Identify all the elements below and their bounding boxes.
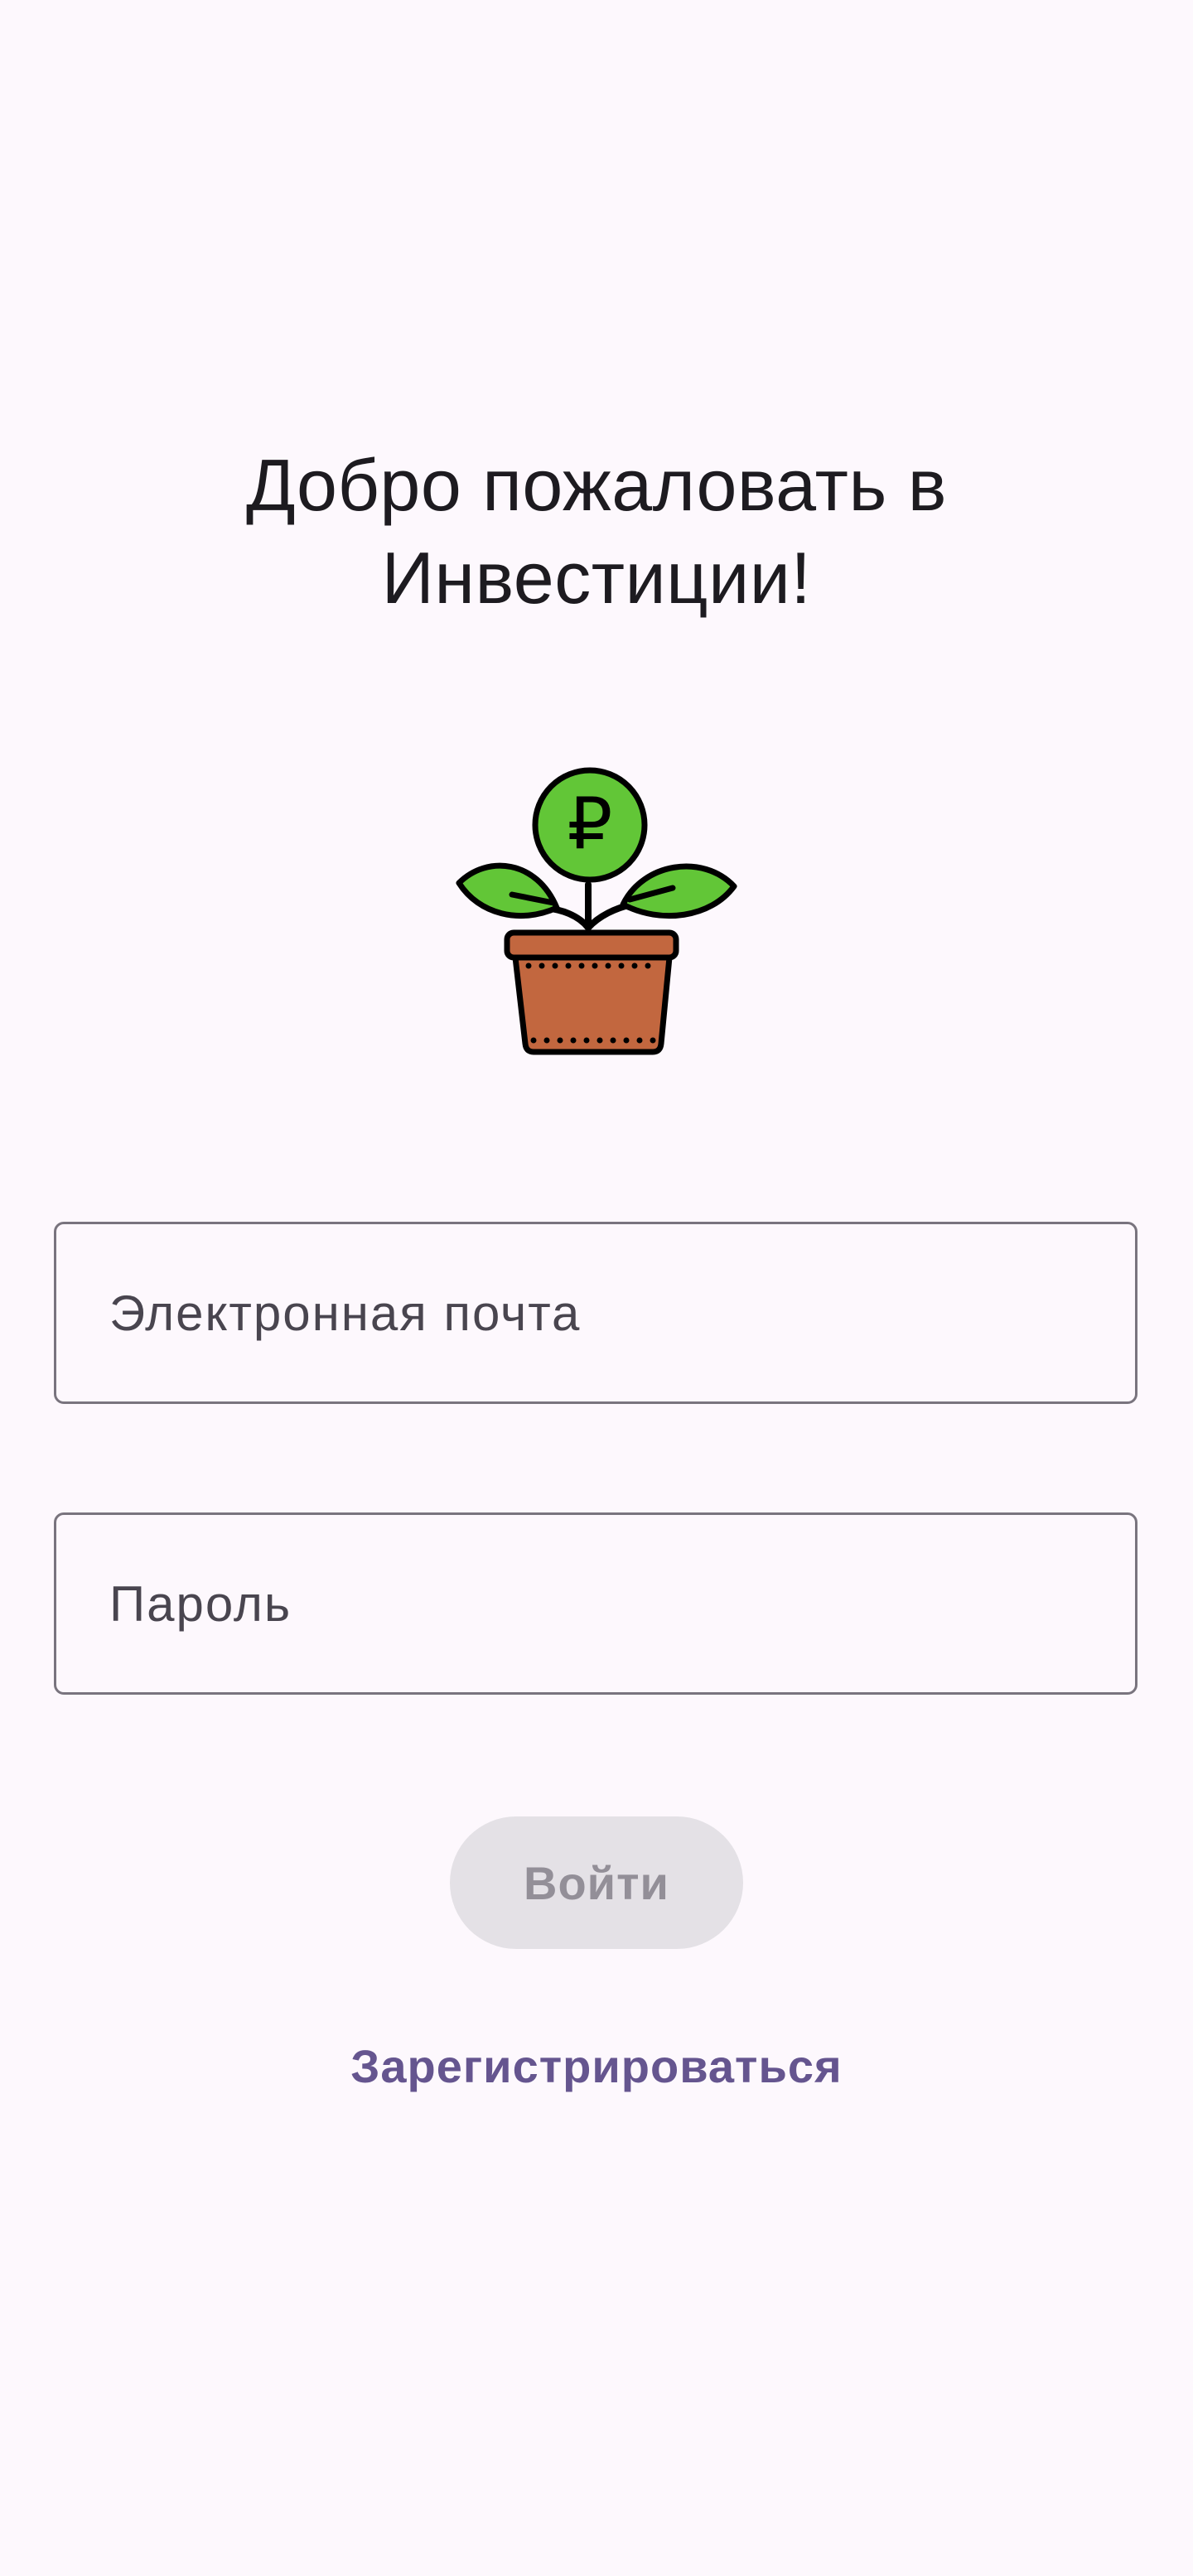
login-button[interactable]: Войти bbox=[450, 1816, 743, 1949]
welcome-title: Добро пожаловать в Инвестиции! bbox=[0, 439, 1193, 625]
currency-symbol: ₽ bbox=[568, 783, 613, 866]
money-plant-icon: ₽ bbox=[456, 767, 737, 1055]
email-field-container[interactable] bbox=[54, 1222, 1137, 1404]
welcome-title-line-2: Инвестиции! bbox=[381, 537, 812, 619]
password-field-container[interactable] bbox=[54, 1512, 1137, 1695]
register-link[interactable]: Зарегистрироваться bbox=[0, 2038, 1193, 2096]
welcome-title-line-1: Добро пожаловать в bbox=[245, 444, 948, 526]
email-field[interactable] bbox=[56, 1224, 1135, 1401]
password-field[interactable] bbox=[56, 1515, 1135, 1692]
login-screen: Добро пожаловать в Инвестиции! ₽ Войти З… bbox=[0, 0, 1193, 2576]
